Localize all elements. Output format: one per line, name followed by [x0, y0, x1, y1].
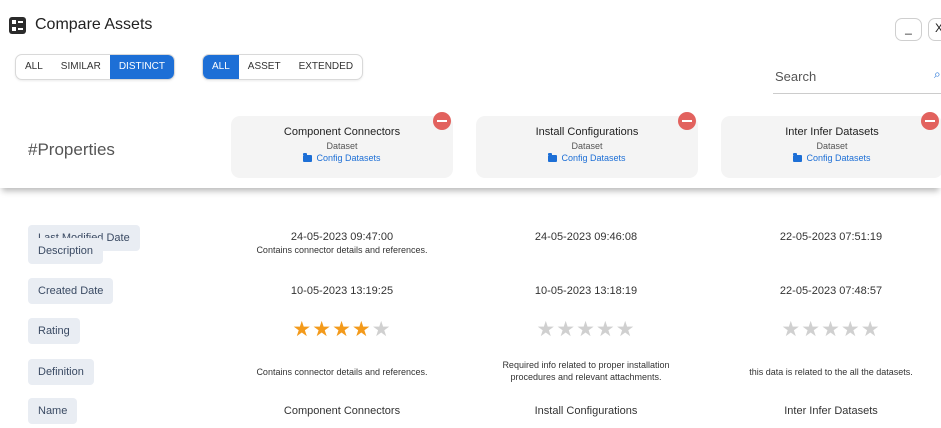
- star-empty-icon[interactable]: ★: [841, 318, 861, 341]
- star-filled-icon[interactable]: ★: [352, 318, 372, 341]
- asset-folder-link[interactable]: Config Datasets: [721, 153, 941, 163]
- scope-all-button[interactable]: All: [203, 55, 239, 79]
- filter-all-button[interactable]: All: [16, 55, 52, 79]
- remove-asset-button[interactable]: [678, 112, 696, 130]
- window-title: Compare Assets: [35, 16, 153, 33]
- property-value: 10-05-2023 13:18:19: [534, 285, 638, 297]
- search-input[interactable]: [773, 60, 941, 94]
- property-label: Created Date: [28, 278, 114, 304]
- folder-icon: [548, 153, 558, 162]
- compare-icon: [9, 17, 26, 34]
- property-label: Description: [28, 238, 104, 264]
- rating-stars[interactable]: ★★★★★: [222, 317, 462, 342]
- property-value: 24-05-2023 09:47:00: [290, 231, 394, 243]
- asset-type: Dataset: [816, 141, 848, 151]
- scope-extended-button[interactable]: Extended: [290, 55, 362, 79]
- scope-filter-group: All Asset Extended: [202, 54, 364, 80]
- asset-folder-link[interactable]: Config Datasets: [231, 153, 453, 163]
- star-empty-icon[interactable]: ★: [536, 318, 556, 341]
- properties-title: #Properties: [28, 140, 115, 159]
- property-value: Inter Infer Datasets: [784, 405, 878, 417]
- asset-card[interactable]: Inter Infer Datasets Dataset Config Data…: [721, 116, 941, 178]
- star-empty-icon[interactable]: ★: [781, 318, 801, 341]
- rating-stars[interactable]: ★★★★★: [466, 317, 706, 342]
- star-empty-icon[interactable]: ★: [556, 318, 576, 341]
- property-value: Contains connector details and reference…: [256, 245, 428, 255]
- star-empty-icon[interactable]: ★: [616, 318, 636, 341]
- property-value: 22-05-2023 07:48:57: [779, 285, 883, 297]
- star-empty-icon[interactable]: ★: [576, 318, 596, 341]
- asset-card[interactable]: Install Configurations Dataset Config Da…: [476, 116, 698, 178]
- star-empty-icon[interactable]: ★: [372, 318, 392, 341]
- close-button[interactable]: X: [928, 18, 941, 41]
- star-empty-icon[interactable]: ★: [861, 318, 881, 341]
- property-label: Name: [28, 398, 78, 424]
- rating-stars[interactable]: ★★★★★: [711, 317, 941, 342]
- folder-icon: [793, 153, 803, 162]
- property-value: Required info related to proper installa…: [502, 360, 670, 382]
- property-label: Definition: [28, 359, 94, 385]
- asset-name: Component Connectors: [283, 126, 401, 138]
- star-filled-icon[interactable]: ★: [332, 318, 352, 341]
- property-value: 10-05-2023 13:19:25: [290, 285, 394, 297]
- property-value: Contains connector details and reference…: [256, 367, 428, 377]
- remove-asset-button[interactable]: [433, 112, 451, 130]
- asset-card[interactable]: Component Connectors Dataset Config Data…: [231, 116, 453, 178]
- star-empty-icon[interactable]: ★: [801, 318, 821, 341]
- filter-distinct-button[interactable]: Distinct: [109, 55, 174, 79]
- property-value: this data is related to the all the data…: [749, 367, 913, 377]
- asset-type: Dataset: [326, 141, 358, 151]
- property-label: Rating: [28, 318, 80, 344]
- filter-similar-button[interactable]: Similar: [52, 55, 110, 79]
- remove-asset-button[interactable]: [921, 112, 939, 130]
- asset-folder: Config Datasets: [561, 153, 626, 163]
- asset-name: Inter Infer Datasets: [785, 126, 879, 138]
- star-filled-icon[interactable]: ★: [292, 318, 312, 341]
- asset-folder-link[interactable]: Config Datasets: [476, 153, 698, 163]
- asset-folder: Config Datasets: [806, 153, 871, 163]
- property-value: 24-05-2023 09:46:08: [534, 231, 638, 243]
- property-value: 22-05-2023 07:51:19: [779, 231, 883, 243]
- star-empty-icon[interactable]: ★: [596, 318, 616, 341]
- asset-name: Install Configurations: [535, 126, 639, 138]
- property-value: Install Configurations: [534, 405, 638, 417]
- asset-folder: Config Datasets: [316, 153, 381, 163]
- asset-type: Dataset: [571, 141, 603, 151]
- minimize-button[interactable]: _: [895, 18, 922, 41]
- search-icon[interactable]: ⌕: [934, 67, 941, 82]
- scope-asset-button[interactable]: Asset: [239, 55, 290, 79]
- folder-icon: [303, 153, 313, 162]
- star-empty-icon[interactable]: ★: [821, 318, 841, 341]
- property-value: Component Connectors: [283, 405, 401, 417]
- star-filled-icon[interactable]: ★: [312, 318, 332, 341]
- similarity-filter-group: All Similar Distinct: [15, 54, 175, 80]
